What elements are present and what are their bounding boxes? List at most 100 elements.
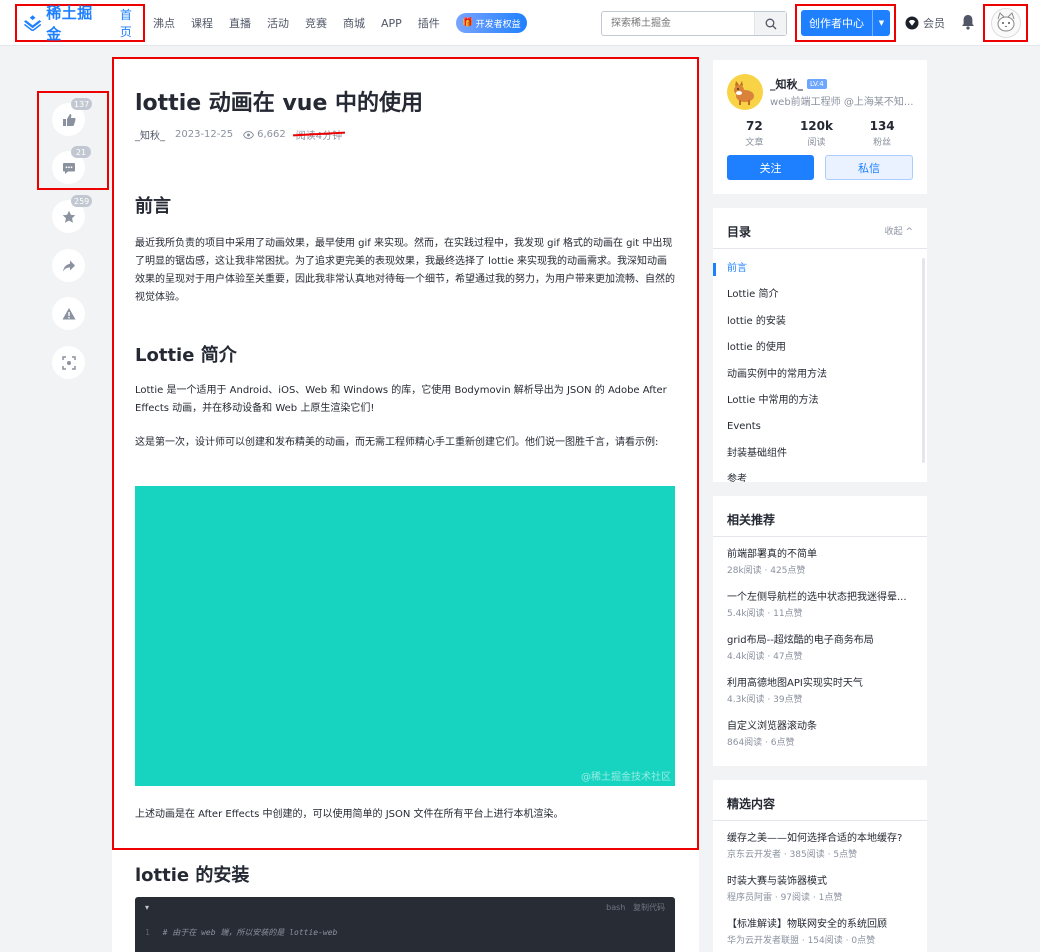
comment-icon [62,162,75,174]
copy-code-button[interactable]: 复制代码 [633,903,665,912]
toc-item[interactable]: Lottie 中常用的方法 [713,393,927,419]
paragraph-after-demo: 上述动画是在 After Effects 中创建的，可以使用简单的 JSON 文… [135,809,564,820]
logo-text: 稀土掘金 [46,4,93,43]
fullscreen-button[interactable] [52,346,85,379]
toc-title: 目录 [727,225,752,239]
toc-item[interactable]: Events [713,419,927,445]
toc-item[interactable]: 动画实例中的常用方法 [713,367,927,393]
related-item[interactable]: 自定义浏览器滚动条 864阅读 · 6点赞 [727,719,919,762]
corgi-avatar-icon [734,81,754,105]
notification-bell-icon[interactable] [961,14,975,33]
toc-scrollbar[interactable] [922,258,925,463]
juejin-logo[interactable]: 稀土掘金 [23,2,106,44]
author-description: web前端工程师 @上海某不知... [770,97,914,108]
code-block: ▾ bash 复制代码 1 # 由于在 web 端，所以安装的是 lottie-… [135,897,675,952]
related-item-stats: 5.4k阅读 · 11点赞 [727,609,803,619]
nav-item-contests[interactable]: 竞赛 [305,15,327,31]
nav-item-pins[interactable]: 沸点 [153,15,175,31]
toc-collapse-button[interactable]: 收起 ^ [885,224,913,237]
nav-item-courses[interactable]: 课程 [191,15,213,31]
stat-reads: 120k 阅读 [800,119,833,148]
related-item[interactable]: 前端部署真的不简单 28k阅读 · 425点赞 [727,547,919,590]
toc-item[interactable]: 前言 [713,261,927,287]
related-item[interactable]: 一个左侧导航栏的选中状态把我迷得晕... 5.4k阅读 · 11点赞 [727,590,919,633]
related-item[interactable]: 利用高德地图API实现实时天气 4.3k阅读 · 39点赞 [727,676,919,719]
like-button[interactable]: 137 [52,98,93,136]
private-message-button[interactable]: 私信 [825,155,913,180]
user-avatar[interactable] [990,8,1021,38]
article-panel: lottie 动画在 vue 中的使用 _知秋_ 2023-12-25 6,66… [112,57,699,952]
report-button[interactable] [52,297,85,330]
related-item-title: 利用高德地图API实现实时天气 [727,678,863,689]
creator-highlight-box: 创作者中心 ▼ [795,4,896,42]
featured-item[interactable]: 缓存之美——如何选择合适的本地缓存? 京东云开发者 · 385阅读 · 5点赞 [727,831,919,874]
nav-item-plugins[interactable]: 插件 [418,15,440,31]
stat-label: 粉丝 [873,138,892,148]
stat-label: 阅读 [807,138,826,148]
featured-item-stats: 京东云开发者 · 385阅读 · 5点赞 [727,850,858,860]
featured-item-stats: 华为云开发者联盟 · 154阅读 · 0点赞 [727,936,876,946]
author-stats: 72 文章 120k 阅读 134 粉丝 [727,119,913,148]
author-avatar[interactable] [727,74,763,110]
related-item[interactable]: grid布局--超炫酷的电子商务布局 4.4k阅读 · 47点赞 [727,633,919,676]
search-icon [765,18,776,29]
featured-item[interactable]: 【标准解读】物联网安全的系统回顾 华为云开发者联盟 · 154阅读 · 0点赞 [727,917,919,952]
stat-followers[interactable]: 134 粉丝 [870,119,895,148]
article-author-link[interactable]: _知秋_ [135,127,165,142]
code-language: bash [606,902,626,912]
article-title: lottie 动画在 vue 中的使用 [135,91,424,116]
developer-benefits-label: 开发者权益 [475,19,521,30]
featured-item[interactable]: 时装大赛与装饰器模式 程序员阿雷 · 97阅读 · 1点赞 [727,874,919,917]
nav-item-live[interactable]: 直播 [229,15,251,31]
views-count: 6,662 [257,129,286,140]
code-toolbar: bash 复制代码 [606,902,665,913]
toc-item[interactable]: lottie 的安装 [713,314,927,340]
avatar-cat-icon [997,12,1014,32]
code-collapse-icon[interactable]: ▾ [145,903,149,912]
author-name[interactable]: _知秋_ LV.4 [770,76,827,92]
gift-icon: 🎁 [462,18,474,28]
search-button[interactable] [754,12,786,35]
vip-diamond-icon [905,16,919,30]
related-item-title: 一个左侧导航栏的选中状态把我迷得晕... [727,592,907,603]
favorite-button[interactable]: 259 [52,195,93,233]
nav-item-shop[interactable]: 商城 [343,15,365,31]
developer-benefits-badge[interactable]: 🎁 开发者权益 [456,13,527,33]
related-item-title: 自定义浏览器滚动条 [727,721,817,732]
featured-list: 缓存之美——如何选择合适的本地缓存? 京东云开发者 · 385阅读 · 5点赞 … [727,831,919,952]
share-button[interactable] [52,249,85,282]
share-icon [62,260,75,271]
toc-item[interactable]: lottie 的使用 [713,340,927,366]
vip-link[interactable]: 会员 [905,15,945,31]
search-box [601,11,787,36]
eye-icon [243,130,255,139]
search-input[interactable] [602,12,754,35]
stat-articles[interactable]: 72 文章 [745,119,763,148]
warning-icon [62,307,75,319]
creator-center-label: 创作者中心 [809,17,864,30]
toc-item[interactable]: 封装基础组件 [713,446,927,472]
code-comment: # 由于在 web 端，所以安装的是 lottie-web [162,928,338,937]
author-name-text: _知秋_ [770,78,803,91]
related-list: 前端部署真的不简单 28k阅读 · 425点赞 一个左侧导航栏的选中状态把我迷得… [727,547,919,762]
comment-count-badge: 21 [71,146,91,158]
comment-button[interactable]: 21 [52,146,91,184]
fullscreen-icon [61,355,76,370]
creator-center-button[interactable]: 创作者中心 ▼ [801,10,890,36]
featured-item-stats: 程序员阿雷 · 97阅读 · 1点赞 [727,893,843,903]
toc-item[interactable]: Lottie 简介 [713,287,927,313]
related-item-stats: 4.3k阅读 · 39点赞 [727,695,803,705]
nav-item-events[interactable]: 活动 [267,15,289,31]
divider [713,820,927,821]
follow-button[interactable]: 关注 [727,155,814,180]
paragraph-intro-2: 这是第一次，设计师可以创建和发布精美的动画，而无需工程师精心手工重新创建它们。他… [135,437,659,448]
nav-home[interactable]: 首页 [120,6,143,40]
chevron-down-icon[interactable]: ▼ [872,10,890,36]
article-date: 2023-12-25 [175,129,234,140]
featured-content-card: 精选内容 缓存之美——如何选择合适的本地缓存? 京东云开发者 · 385阅读 ·… [713,780,927,952]
featured-title: 精选内容 [727,797,776,811]
user-avatar-highlight-box [983,4,1028,42]
toc-item[interactable]: 参考 [713,472,927,482]
nav-item-app[interactable]: APP [381,17,402,30]
juejin-logo-icon [23,15,42,31]
